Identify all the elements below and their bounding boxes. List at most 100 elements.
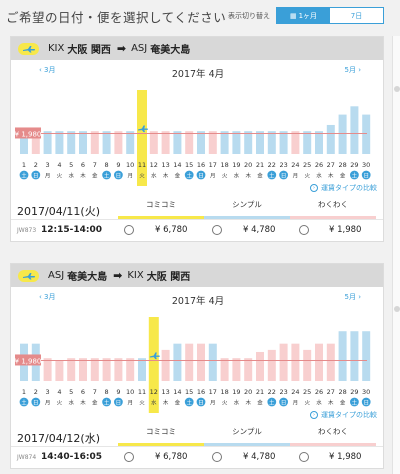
toggle-week-button[interactable]: 7日 [330,8,383,23]
select-simple-radio[interactable] [212,452,222,462]
fare-bar-day-23 [279,131,288,154]
weekday-11: 火 [139,401,145,407]
weekday-9: 日 [116,173,122,180]
weekday-14: 金 [175,172,181,180]
fare-bar-day-21 [256,131,264,154]
price-simple: ¥ 4,780 [243,452,276,462]
fare-bar-day-20 [244,131,253,154]
flight-time: 12:15-14:00 [41,225,103,235]
day-number-3: 3 [46,388,50,396]
weekday-22: 土 [269,172,275,180]
fare-header: 2017/04/11(火) コミコミ シンプル わくわく [11,195,383,221]
day-number-19: 19 [232,161,240,169]
weekday-11: 火 [139,174,145,180]
selected-day-highlight [148,317,159,413]
weekday-12: 水 [151,172,157,180]
weekday-27: 木 [328,399,334,407]
weekday-14: 金 [175,399,181,407]
weekday-10: 月 [127,400,133,407]
fare-bar-day-18 [220,131,229,154]
weekday-4: 火 [57,174,63,180]
view-toggle-label: 表示切り替え [228,12,270,20]
day-number-11: 11 [138,161,146,169]
weekday-7: 金 [92,172,98,180]
page-title: ご希望の日付・便を選択してください [6,10,227,25]
weekday-1: 土 [21,172,27,180]
fare-bar-day-28 [338,331,347,381]
fare-bar-day-30 [362,114,371,154]
day-number-15: 15 [185,388,193,396]
return-card: ASJ 奄美大島 ➡ KIX 大阪 関西 ‹ 3月 2017年 4月 5月 › … [10,263,384,469]
select-simple-radio[interactable] [212,225,222,235]
route-label: ASJ 奄美大島 ➡ KIX 大阪 関西 [48,268,194,283]
compare-label: 運賃タイプの比較 [321,184,377,192]
outbound-card: KIX 大阪 関西 ➡ ASJ 奄美大島 ‹ 3月 2017年 4月 5月 › … [10,36,384,242]
from-code: KIX [48,43,65,54]
day-number-1: 1 [22,388,26,396]
day-number-4: 4 [57,161,61,169]
weekday-13: 木 [163,172,169,180]
day-number-21: 21 [256,388,264,396]
day-number-9: 9 [116,161,120,169]
airplane-icon [22,272,35,279]
lowest-fare-label: ¥ 1,980 [15,357,42,365]
fare-bar-day-17 [208,343,217,381]
day-number-2: 2 [34,161,38,169]
fare-bar-day-7 [90,131,99,154]
flight-row: JW873 12:15-14:00 ¥ 6,780 ¥ 4,780 ¥ 1,98… [11,219,383,241]
fare-bar-day-8 [102,131,111,154]
weekday-21: 金 [257,399,263,407]
fare-bar-day-16 [197,131,205,154]
fare-bar-day-9 [114,131,123,154]
day-number-22: 22 [268,388,276,396]
day-number-28: 28 [338,161,346,169]
plane-badge [18,269,39,282]
weekday-23: 日 [281,173,287,180]
fare-calendar: ‹ 3月 2017年 4月 5月 › ¥ 1,980 1 2 3 4 5 6 7 8 9 10 11 1… [11,60,383,199]
compare-fare-types-link[interactable]: › 運賃タイプの比較 [310,410,377,420]
weekday-10: 月 [127,173,133,180]
weekday-3: 月 [45,173,51,180]
fare-bar-day-16 [197,343,205,381]
day-number-9: 9 [116,388,120,396]
fare-bar-day-15 [185,343,194,381]
weekday-12: 水 [151,399,157,407]
select-wakuwaku-radio[interactable] [299,225,309,235]
toggle-month-button[interactable]: ▦ 1ヶ月 [277,8,330,23]
day-number-6: 6 [81,161,85,169]
compare-fare-types-link[interactable]: › 運賃タイプの比較 [310,183,377,193]
day-number-12: 12 [150,161,158,169]
weekday-29: 土 [352,172,358,180]
weekday-17: 月 [210,173,216,180]
day-number-19: 19 [232,388,240,396]
route-header: KIX 大阪 関西 ➡ ASJ 奄美大島 [11,37,383,60]
day-number-16: 16 [197,388,205,396]
weekday-20: 木 [245,399,251,407]
fare-calendar: ‹ 3月 2017年 4月 5月 › ¥ 1,980 1 2 3 4 5 6 7 8 9 10 11 1… [11,287,383,426]
day-number-30: 30 [362,161,370,169]
select-komikomi-radio[interactable] [124,452,134,462]
flight-number: JW874 [17,454,37,461]
arrow-circle-icon: › [310,411,318,419]
side-scroll-strip[interactable] [392,36,400,474]
day-number-20: 20 [244,161,252,169]
fare-bar-day-25 [303,131,312,154]
route-label: KIX 大阪 関西 ➡ ASJ 奄美大島 [48,41,194,56]
route-arrow-icon: ➡ [113,269,123,282]
select-wakuwaku-radio[interactable] [299,452,309,462]
weekday-4: 火 [57,401,63,407]
to-code: KIX [127,270,144,281]
airplane-icon [22,45,35,52]
fare-bar-day-4 [55,360,64,381]
fare-bar-day-10 [126,358,135,381]
fare-type-wakuwaku: わくわく [318,200,348,209]
flight-time: 14:40-16:05 [41,452,103,462]
from-city: 大阪 関西 [67,45,111,56]
fare-bar-day-19 [232,358,241,381]
day-number-30: 30 [362,388,370,396]
fare-bar-day-24 [291,131,300,154]
fare-bar-day-30 [362,331,371,381]
fare-bar-day-9 [114,358,123,381]
select-komikomi-radio[interactable] [124,225,134,235]
fare-bar-day-23 [279,343,288,381]
